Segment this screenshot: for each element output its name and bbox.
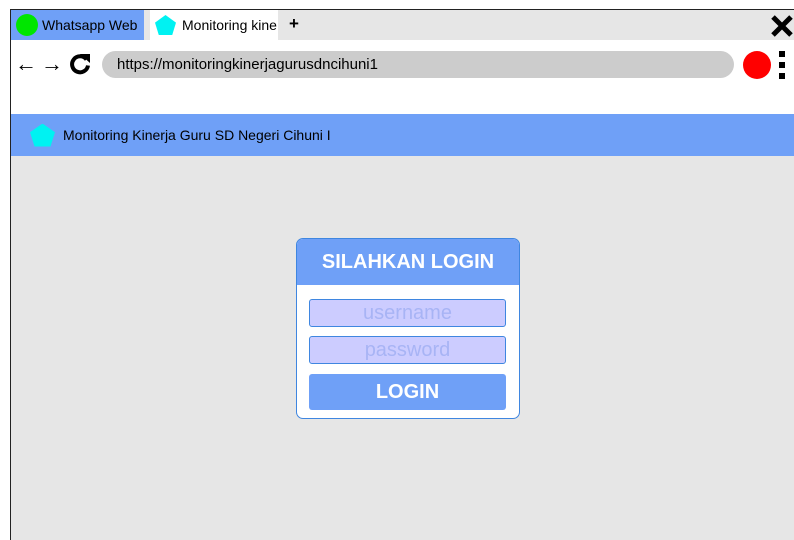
reload-icon[interactable] bbox=[67, 50, 93, 78]
green-circle-icon bbox=[16, 14, 38, 36]
close-icon[interactable] bbox=[769, 11, 794, 39]
tab-whatsapp-web[interactable]: Whatsapp Web bbox=[11, 10, 144, 40]
tab-label: Monitoring kine bbox=[182, 17, 277, 33]
new-tab-button[interactable]: + bbox=[289, 13, 299, 35]
forward-icon[interactable]: → bbox=[41, 50, 63, 78]
page-title: Monitoring Kinerja Guru SD Negeri Cihuni… bbox=[63, 127, 331, 143]
pentagon-icon bbox=[30, 123, 55, 147]
tab-monitoring[interactable]: Monitoring kine bbox=[150, 10, 278, 40]
address-bar[interactable]: https://monitoringkinerjagurusdncihuni1 bbox=[102, 51, 734, 78]
menu-icon[interactable] bbox=[777, 51, 787, 79]
url-text: https://monitoringkinerjagurusdncihuni1 bbox=[117, 56, 378, 73]
browser-toolbar: ← → https://monitoringkinerjagurusdncihu… bbox=[11, 40, 794, 114]
page-header: Monitoring Kinerja Guru SD Negeri Cihuni… bbox=[11, 114, 794, 156]
login-title: SILAHKAN LOGIN bbox=[297, 239, 519, 285]
password-field[interactable] bbox=[309, 336, 506, 364]
login-button[interactable]: LOGIN bbox=[309, 374, 506, 410]
pentagon-icon bbox=[155, 15, 176, 35]
username-field[interactable] bbox=[309, 299, 506, 327]
tab-strip: Whatsapp Web Monitoring kine + bbox=[11, 10, 794, 40]
tab-label: Whatsapp Web bbox=[42, 17, 138, 33]
record-icon[interactable] bbox=[743, 51, 771, 79]
browser-window: Whatsapp Web Monitoring kine + ← → https… bbox=[10, 9, 794, 540]
back-icon[interactable]: ← bbox=[15, 50, 37, 78]
login-card: SILAHKAN LOGIN LOGIN bbox=[296, 238, 520, 419]
